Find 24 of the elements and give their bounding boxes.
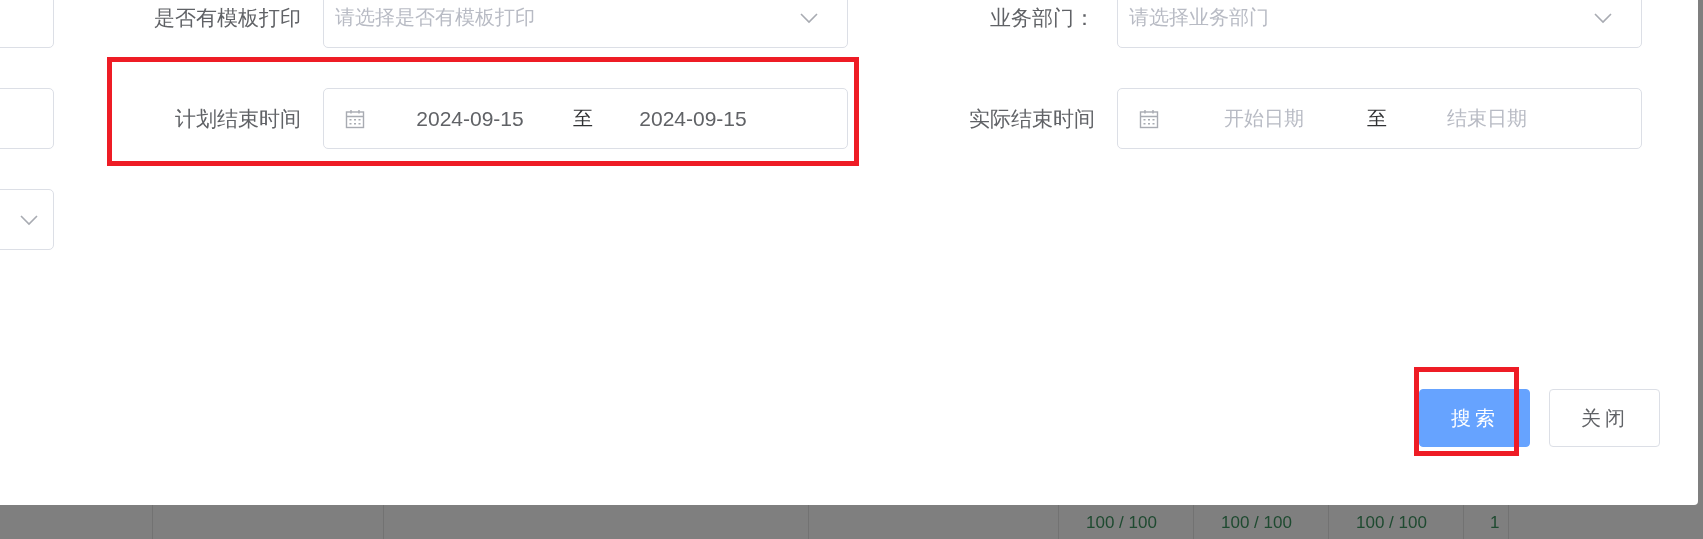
select-field[interactable] [0, 189, 54, 250]
start-date: 2024-09-15 [416, 106, 524, 130]
end-date: 2024-09-15 [639, 106, 747, 130]
table-cell: 100 / 100 [1221, 513, 1292, 532]
end-date-placeholder: 结束日期 [1447, 107, 1527, 129]
date-range-field[interactable]: 2024-09-15 至 2024-09-15 [323, 88, 848, 149]
start-date-placeholder: 开始日期 [1224, 107, 1304, 129]
field-label: 业务部门： [989, 4, 1096, 31]
calendar-icon [345, 108, 365, 129]
range-separator: 至 [1366, 106, 1388, 131]
chevron-down-icon [19, 213, 39, 226]
table-cell: 1 [1490, 513, 1500, 532]
field-label: 计划结束时间 [174, 105, 302, 132]
table-cell: 100 / 100 [1086, 513, 1157, 532]
date-range-field[interactable]: 开始日期 至 结束日期 [1117, 88, 1642, 149]
range-separator: 至 [572, 106, 594, 131]
table-cell: 100 / 100 [1356, 513, 1427, 532]
input-field[interactable] [0, 88, 54, 149]
calendar-icon [1139, 108, 1159, 129]
field-label: 是否有模板打印 [153, 4, 302, 31]
field-label: 实际结束时间 [968, 105, 1096, 132]
chevron-down-icon [799, 11, 819, 24]
chevron-down-icon [1593, 11, 1613, 24]
close-button[interactable]: 关闭 [1549, 389, 1660, 447]
